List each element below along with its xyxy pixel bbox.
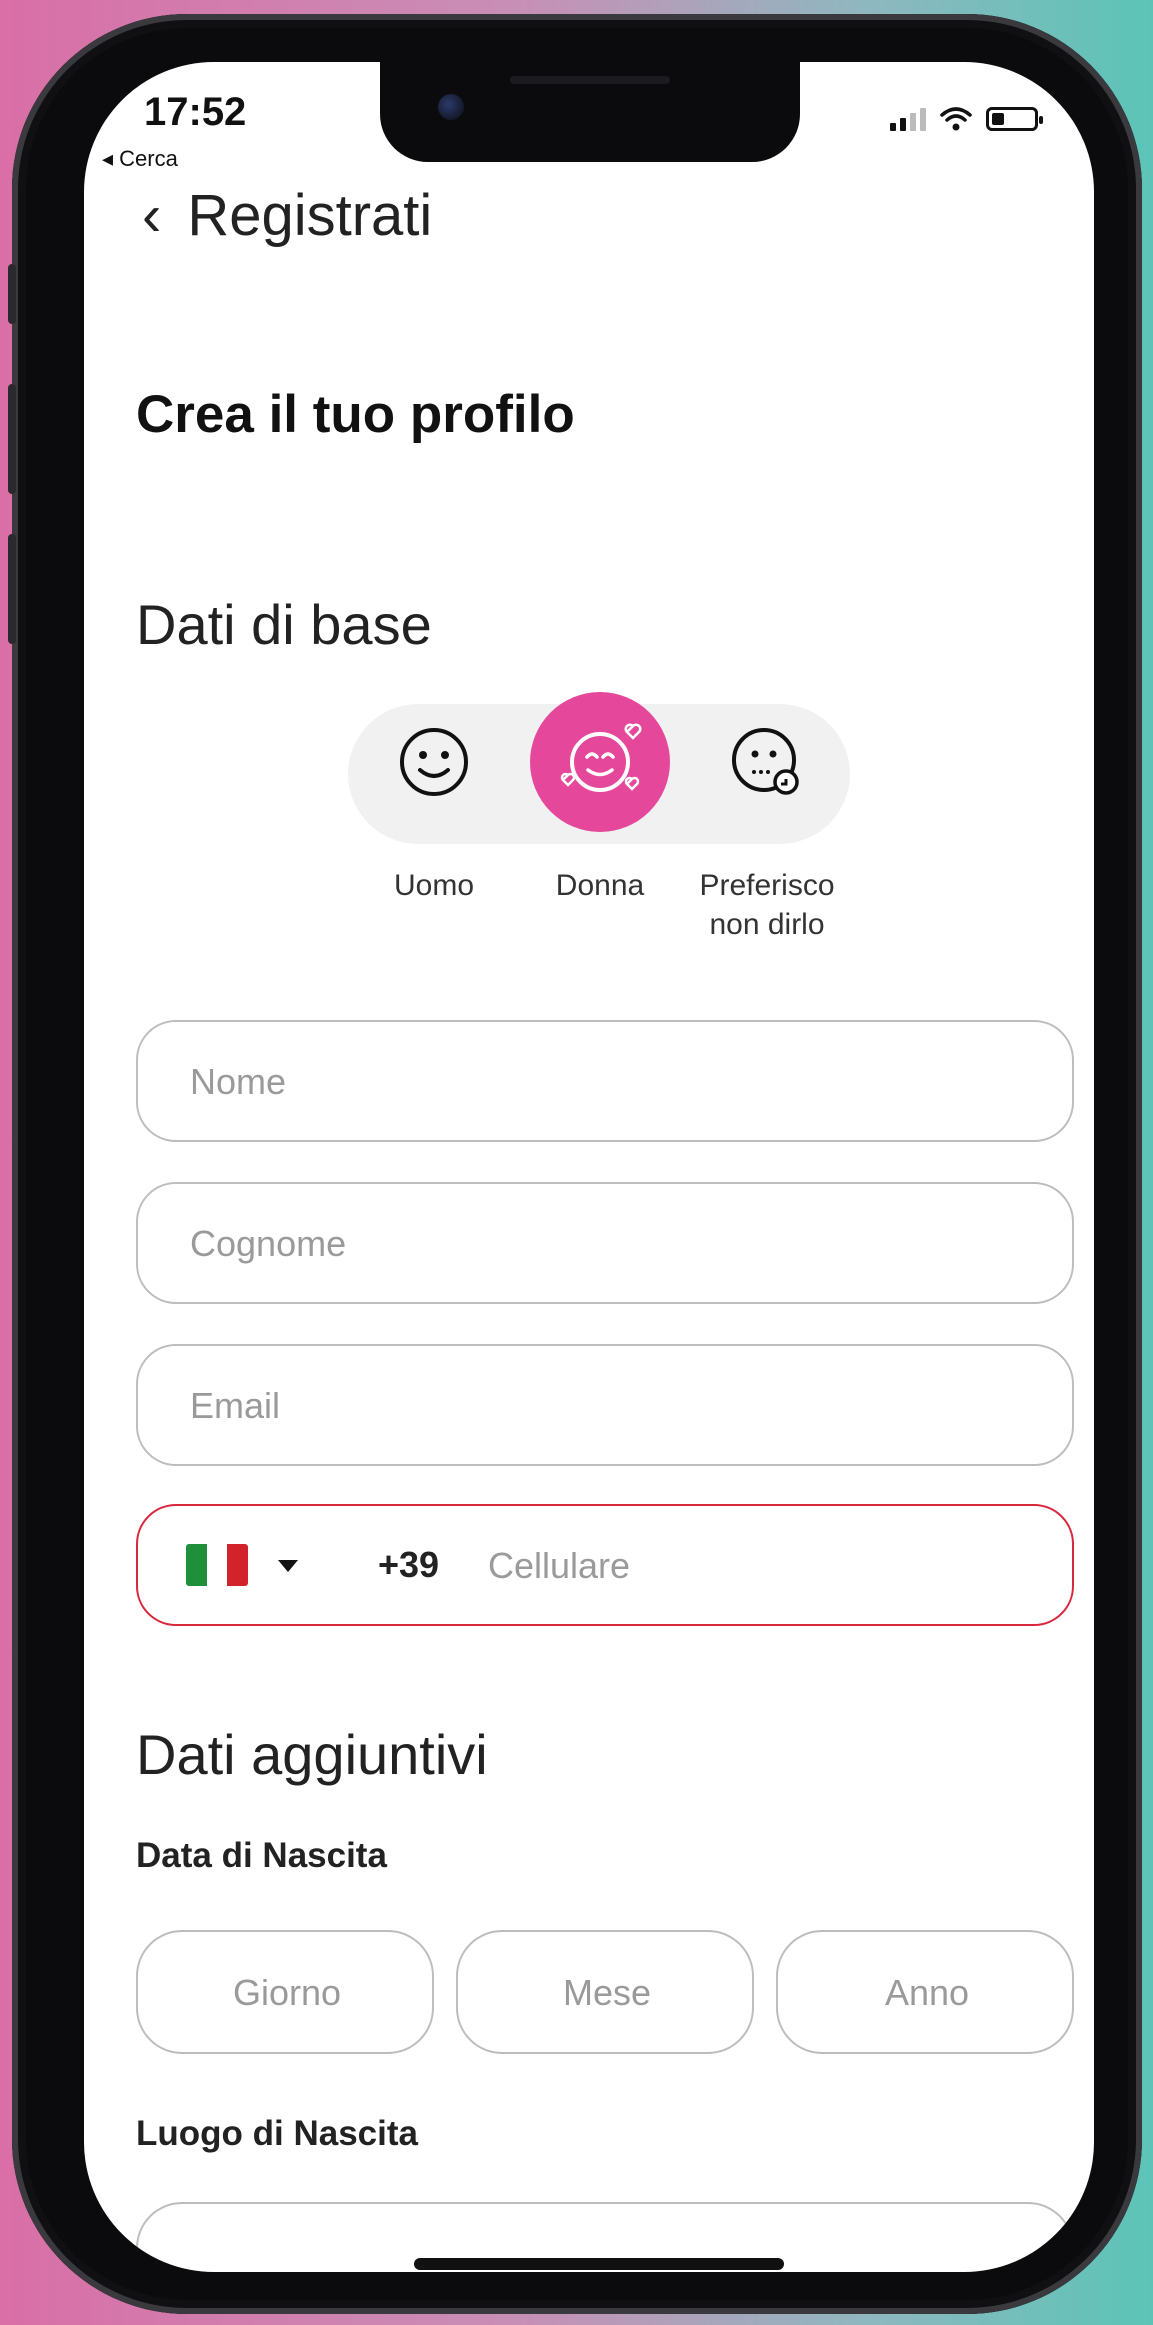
profile-heading: Crea il tuo profilo	[136, 385, 575, 444]
italy-flag-icon[interactable]	[186, 1544, 248, 1586]
email-field[interactable]	[136, 1344, 1074, 1466]
wifi-icon	[940, 107, 972, 131]
first-name-input[interactable]	[188, 1022, 1012, 1142]
birth-month-input[interactable]	[458, 1932, 756, 2054]
app-screen: 17:52 ◂ Cerca ‹ Registrati Crea il tuo p…	[84, 62, 1094, 2272]
birth-date-label: Data di Nascita	[136, 1836, 387, 1875]
volume-up-button	[8, 384, 16, 494]
nav-bar: ‹ Registrati	[142, 182, 432, 249]
back-to-app-link[interactable]: ◂ Cerca	[102, 146, 178, 172]
gender-label-undisclosed: Preferisco non dirlo	[699, 869, 835, 941]
phone-prefix: +39	[378, 1544, 440, 1585]
back-button[interactable]: ‹	[142, 186, 161, 245]
phone-input[interactable]	[486, 1506, 1050, 1626]
volume-down-button	[8, 534, 16, 644]
country-dropdown-caret-icon[interactable]	[278, 1560, 298, 1572]
cellular-signal-icon	[890, 107, 926, 131]
additional-data-heading: Dati aggiuntivi	[136, 1723, 488, 1786]
face-with-lock-icon	[732, 728, 799, 795]
birth-day-input[interactable]	[138, 1932, 436, 2054]
gender-option-male[interactable]	[364, 692, 504, 832]
email-input[interactable]	[188, 1346, 1012, 1466]
status-icons	[890, 106, 1043, 132]
status-time: 17:52	[144, 90, 247, 134]
birth-year-field[interactable]	[776, 1930, 1076, 2054]
phone-field[interactable]: +39	[136, 1504, 1074, 1626]
first-name-field[interactable]	[136, 1020, 1074, 1142]
chevron-down-icon: ⌄	[996, 2256, 1025, 2272]
home-indicator[interactable]	[414, 2258, 784, 2270]
birth-place-label: Luogo di Nascita	[136, 2114, 418, 2153]
speaker-grille	[510, 76, 670, 84]
phone-frame: 17:52 ◂ Cerca ‹ Registrati Crea il tuo p…	[8, 14, 1142, 2314]
gender-label-female: Donna	[555, 869, 645, 902]
camera-icon	[438, 94, 464, 120]
smiley-face-icon	[400, 728, 468, 796]
birth-year-input[interactable]	[778, 1932, 1076, 2054]
notch	[380, 62, 800, 162]
last-name-input[interactable]	[188, 1184, 1012, 1304]
gender-option-female[interactable]	[530, 692, 670, 832]
hearts-face-icon	[560, 723, 642, 792]
gender-option-undisclosed[interactable]	[696, 692, 836, 832]
basic-data-heading: Dati di base	[136, 593, 432, 656]
page-title: Registrati	[187, 183, 433, 248]
birth-day-field[interactable]	[136, 1930, 436, 2054]
last-name-field[interactable]	[136, 1182, 1074, 1304]
mute-switch	[8, 264, 16, 324]
birth-month-field[interactable]	[456, 1930, 756, 2054]
gender-label-male: Uomo	[393, 869, 475, 902]
battery-icon	[986, 107, 1043, 131]
